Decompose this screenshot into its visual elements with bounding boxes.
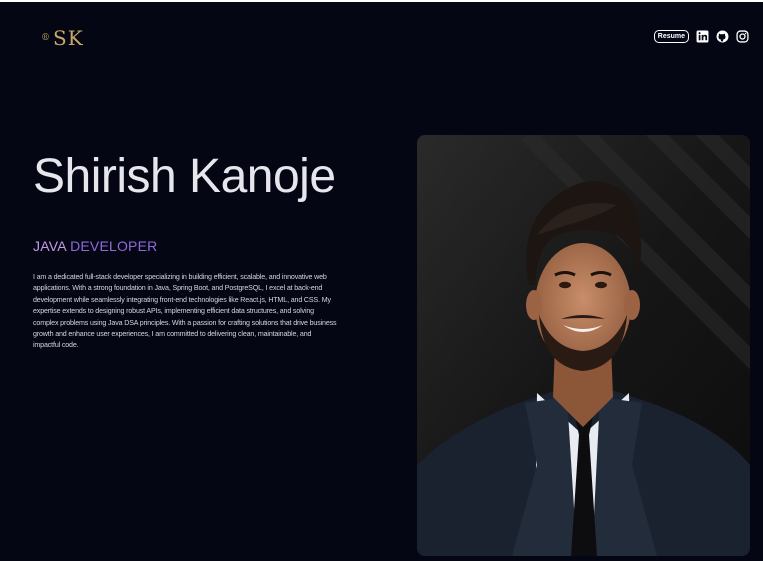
logo-text: SK (53, 26, 84, 50)
linkedin-icon[interactable] (696, 30, 709, 43)
role-title: JAVA DEVELOPER (33, 238, 157, 254)
role-title-part2: DEVELOPER (70, 238, 158, 254)
top-nav: Resume (653, 30, 749, 43)
role-title-part1: JAVA (33, 238, 66, 254)
logo-mark: ® (41, 33, 50, 43)
instagram-icon[interactable] (736, 30, 749, 43)
profile-photo (417, 135, 750, 556)
hero-name: Shirish Kanoje (33, 150, 336, 203)
portfolio-page: ® SK Resume Shirish Kanoje JAVA DEVELOPE… (0, 0, 763, 561)
bio-paragraph: I am a dedicated full-stack developer sp… (33, 273, 337, 350)
resume-button[interactable]: Resume (653, 30, 689, 43)
site-logo[interactable]: ® SK (41, 26, 84, 50)
github-icon[interactable] (716, 30, 729, 43)
